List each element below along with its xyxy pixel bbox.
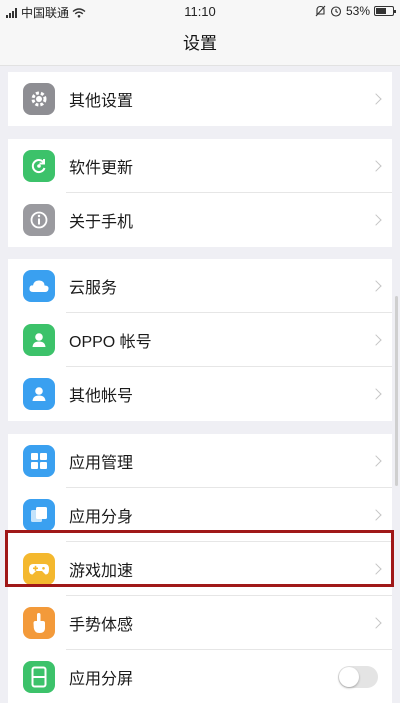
settings-item-app-clone[interactable]: 应用分身	[8, 488, 392, 542]
gear-icon	[23, 83, 55, 115]
cloud-icon	[23, 270, 55, 302]
settings-item-other-settings[interactable]: 其他设置	[8, 72, 392, 126]
chevron-right-icon	[370, 563, 382, 575]
item-label: 手势体感	[69, 617, 134, 634]
status-bar: 中国联通 11:10 53%	[0, 0, 400, 22]
gamepad-icon	[23, 553, 55, 585]
item-label: 其他设置	[69, 93, 134, 110]
settings-item-oppo-account[interactable]: OPPO 帐号	[8, 313, 392, 367]
settings-item-software-update[interactable]: 软件更新	[8, 139, 392, 193]
chevron-right-icon	[370, 280, 382, 292]
person-icon	[23, 324, 55, 356]
settings-item-split-screen[interactable]: 应用分屏	[8, 650, 392, 703]
chevron-right-icon	[370, 509, 382, 521]
settings-item-about-phone[interactable]: 关于手机	[8, 193, 392, 247]
item-label: 游戏加速	[69, 563, 134, 580]
item-label: 云服务	[69, 280, 118, 297]
settings-list: 其他设置 软件更新 关于手机 云服务 OPPO 帐号 其他帐号 应用管理 应用分…	[0, 66, 400, 703]
split-screen-toggle[interactable]	[338, 666, 378, 688]
grid-icon	[23, 445, 55, 477]
bell-off-icon	[315, 5, 326, 17]
settings-item-cloud-service[interactable]: 云服务	[8, 259, 392, 313]
refresh-icon	[23, 150, 55, 182]
info-icon	[23, 204, 55, 236]
hand-icon	[23, 607, 55, 639]
scrollbar[interactable]	[395, 296, 398, 486]
chevron-right-icon	[370, 93, 382, 105]
clone-icon	[23, 499, 55, 531]
toggle-knob	[339, 667, 359, 687]
page-title: 设置	[0, 22, 400, 66]
item-label: 应用管理	[69, 455, 134, 472]
chevron-right-icon	[370, 334, 382, 346]
item-label: OPPO 帐号	[69, 334, 152, 351]
chevron-right-icon	[370, 160, 382, 172]
item-label: 软件更新	[69, 160, 134, 177]
settings-item-app-management[interactable]: 应用管理	[8, 434, 392, 488]
battery-icon	[374, 6, 396, 16]
item-label: 应用分屏	[69, 671, 134, 688]
split-screen-icon	[23, 661, 55, 693]
settings-item-game-acceleration[interactable]: 游戏加速	[8, 542, 392, 596]
item-label: 关于手机	[69, 214, 134, 231]
item-label: 应用分身	[69, 509, 134, 526]
settings-group: 应用管理 应用分身 游戏加速 手势体感 应用分屏	[8, 434, 392, 703]
settings-group: 其他设置	[8, 72, 392, 126]
settings-group: 云服务 OPPO 帐号 其他帐号	[8, 259, 392, 421]
status-right: 53%	[315, 4, 396, 18]
settings-group: 软件更新 关于手机	[8, 139, 392, 247]
item-label: 其他帐号	[69, 388, 134, 405]
chevron-right-icon	[370, 214, 382, 226]
chevron-right-icon	[370, 388, 382, 400]
settings-item-other-accounts[interactable]: 其他帐号	[8, 367, 392, 421]
person-icon	[23, 378, 55, 410]
chevron-right-icon	[370, 455, 382, 467]
alarm-icon	[330, 6, 342, 17]
chevron-right-icon	[370, 617, 382, 629]
settings-item-gesture-motion[interactable]: 手势体感	[8, 596, 392, 650]
battery-percent: 53%	[345, 4, 370, 18]
